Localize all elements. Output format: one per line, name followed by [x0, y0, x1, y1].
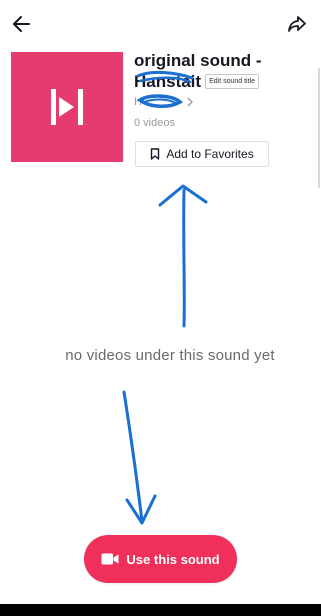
add-to-favorites-button[interactable]: Add to Favorites [135, 141, 269, 167]
add-to-favorites-label: Add to Favorites [166, 147, 254, 161]
arrow-left-icon [13, 16, 30, 32]
arrow-up-annotation [158, 184, 208, 328]
share-button[interactable] [283, 10, 311, 38]
sound-title: original sound - Hanstait Edit sound tit… [134, 50, 314, 92]
arrow-down-annotation [122, 390, 157, 525]
empty-state-message: no videos under this sound yet [65, 347, 275, 364]
use-this-sound-button[interactable]: Use this sound [84, 535, 237, 583]
author-link[interactable]: H [134, 96, 194, 108]
sound-title-line1: original sound - [134, 51, 262, 70]
back-button[interactable] [8, 10, 36, 38]
top-bar [0, 0, 321, 44]
videos-count: 0 videos [134, 117, 175, 129]
system-bottom-bar [0, 604, 321, 616]
edit-sound-title-button[interactable]: Edit sound title [205, 74, 259, 89]
author-name: H [134, 96, 142, 108]
video-camera-icon [101, 552, 119, 566]
music-play-icon [51, 89, 83, 125]
use-this-sound-label: Use this sound [126, 551, 220, 567]
bookmark-icon [150, 148, 160, 160]
chevron-right-icon [187, 97, 193, 107]
sound-title-username: Hanstait [134, 72, 202, 91]
scrollbar[interactable] [318, 68, 320, 188]
sound-cover[interactable] [11, 52, 123, 162]
share-arrow-icon [288, 16, 306, 32]
